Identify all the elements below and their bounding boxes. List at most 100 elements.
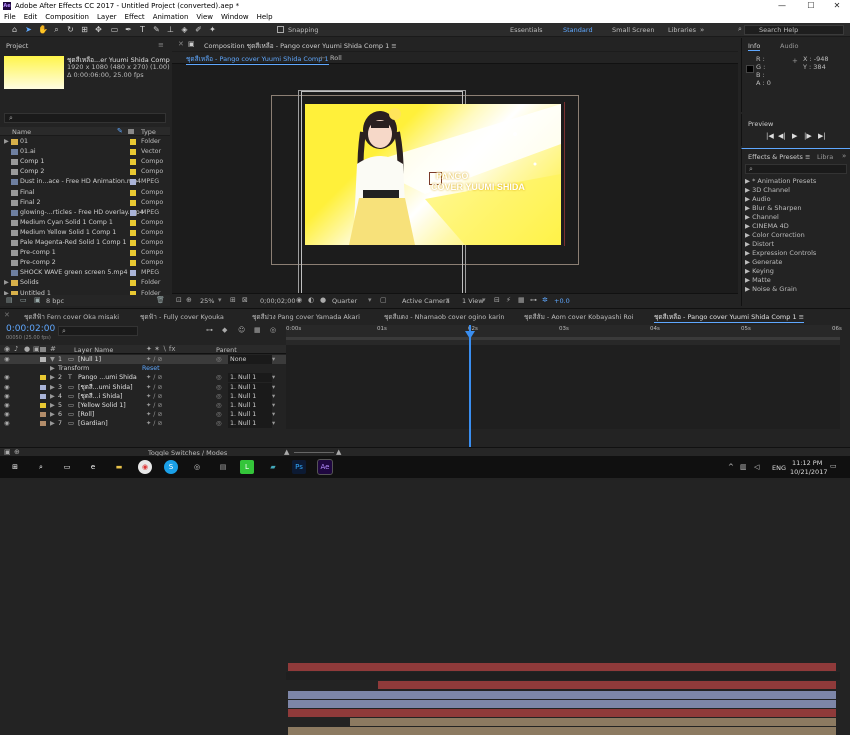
layer-duration-bar[interactable] (288, 709, 836, 717)
effects-presets-tab[interactable]: Effects & Presets ≡ (748, 153, 810, 161)
timeline-tab-4[interactable]: ชุดสีแดง - Nhamaob cover ogino karin (384, 312, 505, 322)
visibility-eye-icon[interactable]: ◉ (4, 419, 10, 428)
layer-name[interactable]: [ชุดสี...umi Shida] (78, 383, 133, 392)
view-dropdown-icon[interactable]: ▾ (482, 296, 486, 304)
pickwhip-icon[interactable]: ◎ (216, 392, 222, 401)
expand-arrow-icon[interactable]: ▶ (50, 364, 55, 373)
project-item[interactable]: Dust in...ace - Free HD Animation.mp4 MPE… (4, 177, 168, 187)
menu-view[interactable]: View (196, 12, 213, 23)
project-item[interactable]: 01.ai Vector (4, 147, 168, 157)
label-color-swatch[interactable] (130, 179, 136, 186)
layer-name[interactable]: [Gardian] (78, 419, 108, 428)
motion-blur-icon[interactable]: ◎ (270, 326, 276, 334)
layer-row[interactable]: ◉ ▶ 6 ▭ [Roll] ✦ / ⊘ ◎ 1. Null 1 ▾ (0, 410, 286, 420)
effect-category[interactable]: ▶ * Animation Presets (745, 177, 816, 185)
layer-label-swatch[interactable] (40, 403, 46, 408)
expand-arrow-icon[interactable]: ▶ (50, 419, 55, 428)
menu-layer[interactable]: Layer (97, 12, 117, 23)
info-tab[interactable]: Info (748, 42, 761, 51)
effect-category[interactable]: ▶ 3D Channel (745, 186, 790, 194)
play-button[interactable]: ▶ (792, 132, 797, 140)
puppet-tool-icon[interactable]: ✦ (208, 25, 217, 34)
view-layout-select[interactable]: 1 View (462, 297, 484, 305)
label-color-swatch[interactable] (130, 250, 136, 257)
next-frame-button[interactable]: |▶ (804, 132, 812, 140)
label-color-swatch[interactable] (130, 219, 136, 226)
notepad-icon[interactable]: ▰ (266, 460, 280, 474)
transparency-grid-icon[interactable]: ▦ (518, 296, 525, 304)
col-parent[interactable]: Parent (216, 346, 237, 354)
layer-name[interactable]: [Roll] (78, 410, 94, 419)
file-explorer-icon[interactable]: ▬ (112, 460, 126, 474)
pickwhip-icon[interactable]: ◎ (216, 355, 222, 364)
project-item[interactable]: Medium Yellow Solid 1 Comp 1 Compo (4, 228, 168, 238)
visibility-eye-icon[interactable]: ◉ (4, 401, 10, 410)
project-search-input[interactable]: ⌕ (4, 113, 166, 123)
project-item[interactable]: Final 2 Compo (4, 198, 168, 208)
layer-label-swatch[interactable] (40, 375, 46, 381)
flowchart-icon[interactable]: ⊶ (530, 296, 537, 304)
flow-tab-roll[interactable]: Roll (330, 54, 342, 62)
expand-arrow-icon[interactable]: ▶ (50, 410, 55, 419)
libraries-tab[interactable]: Libra (817, 153, 833, 161)
layer-row[interactable]: ◉ ▶ 2 T Pango ...umi Shida ✦ / ⊘ ◎ 1. Null 1 ▾ (0, 373, 286, 383)
workspace-libraries[interactable]: Libraries (668, 26, 696, 34)
frame-blending-icon[interactable]: ▦ (254, 326, 261, 334)
parent-select[interactable]: 1. Null 1 (228, 382, 272, 392)
last-frame-button[interactable]: ▶| (818, 132, 826, 140)
timeline-tab-1[interactable]: ชุดสีฟ้า Fern cover Oka misaki (24, 312, 119, 322)
layer-duration-bar[interactable] (288, 690, 836, 699)
selection-tool-icon[interactable]: ➤ (24, 25, 33, 34)
chrome-icon[interactable]: ◉ (138, 460, 152, 474)
close-icon[interactable]: ✕ (4, 311, 10, 319)
new-folder-icon[interactable]: ▭ (20, 296, 27, 304)
visibility-eye-icon[interactable]: ◉ (4, 410, 10, 419)
comp-mini-flowchart-icon[interactable]: ⊶ (206, 326, 213, 334)
network-icon[interactable]: ▥ (740, 463, 747, 471)
notifications-icon[interactable]: ▭ (830, 462, 837, 470)
current-time[interactable]: 0:00:02:00 (6, 324, 55, 334)
layer-name[interactable]: Pango ...umi Shida (78, 373, 137, 382)
layer-label-swatch[interactable] (40, 357, 46, 362)
roto-brush-tool-icon[interactable]: ✐ (194, 25, 203, 34)
zoom-tool-icon[interactable]: ⌕ (52, 25, 61, 34)
lock-icon[interactable]: ▣ (188, 40, 195, 48)
camera-dropdown-icon[interactable]: ▾ (446, 296, 450, 304)
layer-row[interactable]: ◉ ▶ 3 ▭ [ชุดสี...umi Shida] ✦ / ⊘ ◎ 1. Null 1 ▾ (0, 382, 286, 392)
label-color-swatch[interactable] (130, 270, 136, 277)
effects-search-input[interactable]: ⌕ (745, 164, 847, 174)
parent-dropdown-icon[interactable]: ▾ (272, 410, 275, 419)
expand-arrow-icon[interactable]: ▼ (50, 355, 55, 364)
mask-visibility-icon[interactable]: ⊠ (242, 296, 248, 304)
project-tab[interactable]: Project (6, 42, 28, 50)
project-item[interactable]: Medium Cyan Solid 1 Comp 1 Compo (4, 218, 168, 228)
label-color-swatch[interactable] (130, 199, 136, 206)
layer-switches-icon[interactable]: ✦ / ⊘ (146, 373, 163, 382)
parent-select[interactable]: 1. Null 1 (228, 373, 272, 383)
layer-duration-bar[interactable] (288, 699, 836, 708)
project-item[interactable]: Final Compo (4, 188, 168, 198)
layer-name[interactable]: [Yellow Solid 1] (78, 401, 126, 410)
effect-category[interactable]: ▶ Audio (745, 195, 771, 203)
pan-behind-tool-icon[interactable]: ✥ (94, 25, 103, 34)
workspace-overflow-icon[interactable]: » (700, 26, 704, 34)
panel-overflow-icon[interactable]: » (842, 152, 846, 160)
eraser-tool-icon[interactable]: ◈ (180, 25, 189, 34)
parent-select[interactable]: None (228, 355, 272, 364)
comp-canvas[interactable]: PANGO COVER YUUMI SHIDA (305, 104, 561, 245)
parent-select[interactable]: 1. Null 1 (228, 391, 272, 401)
line-icon[interactable]: L (240, 460, 254, 474)
type-tool-icon[interactable]: T (138, 25, 147, 34)
label-color-swatch[interactable] (130, 280, 136, 287)
label-color-swatch[interactable] (130, 229, 136, 236)
fast-previews-icon[interactable]: ⚡ (506, 296, 511, 304)
visibility-eye-icon[interactable]: ◉ (4, 355, 10, 364)
label-color-swatch[interactable] (130, 209, 136, 216)
zoom-select[interactable]: 25% (200, 297, 214, 305)
zoom-dropdown-icon[interactable]: ▾ (218, 296, 222, 304)
layer-switches-icon[interactable]: ✦ / ⊘ (146, 383, 163, 392)
workspace-essentials[interactable]: Essentials (510, 26, 543, 34)
layer-duration-bar[interactable] (288, 727, 836, 735)
playhead[interactable] (469, 325, 471, 449)
effect-category[interactable]: ▶ Expression Controls (745, 249, 816, 257)
